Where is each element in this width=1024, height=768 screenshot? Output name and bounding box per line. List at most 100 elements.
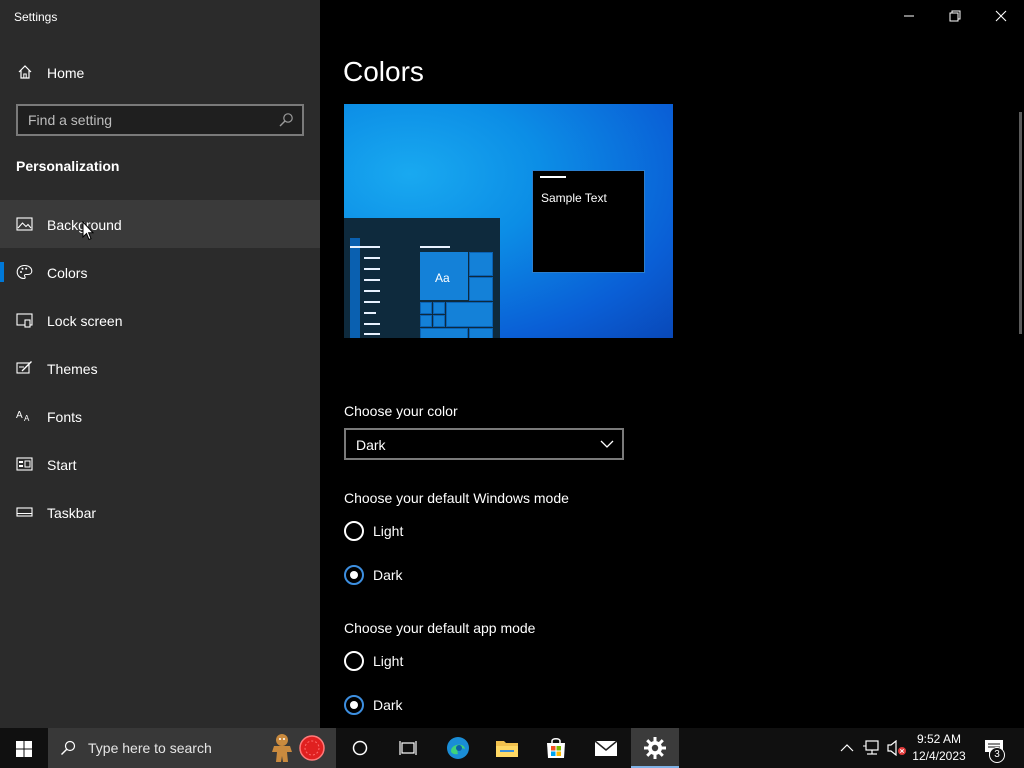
red-circle-icon xyxy=(299,735,325,761)
clock-button[interactable]: 9:52 AM 12/4/2023 xyxy=(908,728,970,768)
preview-tile xyxy=(469,328,493,338)
mouse-cursor-icon xyxy=(82,221,94,241)
sidebar-item-label: Colors xyxy=(47,265,88,281)
notification-badge: 3 xyxy=(989,747,1005,763)
network-button[interactable] xyxy=(860,728,884,768)
preview-line xyxy=(420,246,450,248)
choose-color-dropdown[interactable]: Dark xyxy=(344,428,624,460)
preview-tile xyxy=(446,302,493,327)
radio-circle[interactable] xyxy=(344,565,364,585)
app-mode-label: Choose your default app mode xyxy=(344,620,536,636)
preview-line xyxy=(364,290,380,292)
sidebar-item-label: Start xyxy=(47,457,77,473)
color-preview: Aa Sample Text xyxy=(344,104,673,338)
picture-icon xyxy=(16,217,33,231)
windows-mode-light-radio[interactable]: Light xyxy=(344,519,544,543)
svg-text:A: A xyxy=(16,410,23,421)
restore-icon xyxy=(949,10,961,22)
scrollbar[interactable] xyxy=(1019,112,1022,334)
taskbar-search-placeholder: Type here to search xyxy=(88,740,212,756)
app-mode-dark-radio[interactable]: Dark xyxy=(344,693,544,717)
start-button[interactable] xyxy=(0,728,48,768)
windows-mode-dark-radio[interactable]: Dark xyxy=(344,563,544,587)
windows-logo-icon xyxy=(16,741,32,757)
app-mode-light-radio[interactable]: Light xyxy=(344,649,544,673)
preview-sample-text: Sample Text xyxy=(541,191,607,205)
network-icon xyxy=(863,740,879,755)
page-title: Colors xyxy=(343,56,424,87)
minimize-button[interactable] xyxy=(886,0,932,32)
preview-tile xyxy=(469,277,493,301)
themes-icon xyxy=(16,361,32,374)
search-icon xyxy=(61,740,76,755)
radio-circle[interactable] xyxy=(344,695,364,715)
radio-label: Dark xyxy=(373,567,403,583)
preview-tile xyxy=(433,302,445,314)
preview-tiles-column xyxy=(350,238,360,338)
radio-label: Dark xyxy=(373,697,403,713)
restore-button[interactable] xyxy=(932,0,978,32)
edge-icon xyxy=(447,737,469,759)
preview-line xyxy=(350,246,380,248)
task-view-icon xyxy=(399,741,417,755)
start-icon xyxy=(16,457,33,471)
sidebar-item-fonts[interactable]: A A Fonts xyxy=(0,392,320,440)
sidebar-item-themes[interactable]: Themes xyxy=(0,344,320,392)
task-view-button[interactable] xyxy=(384,728,432,768)
preview-window-bar xyxy=(540,176,566,178)
gingerbread-icon xyxy=(272,734,292,762)
preview-tile xyxy=(469,252,493,276)
sidebar-item-label: Lock screen xyxy=(47,313,123,329)
preview-line xyxy=(364,268,380,270)
cortana-circle-icon xyxy=(352,740,368,756)
radio-circle[interactable] xyxy=(344,651,364,671)
find-setting-input[interactable] xyxy=(28,111,268,129)
search-icon[interactable] xyxy=(278,112,294,128)
clock-date: 12/4/2023 xyxy=(912,749,966,763)
preview-tile xyxy=(420,315,432,327)
selected-indicator xyxy=(0,262,4,282)
close-button[interactable] xyxy=(978,0,1024,32)
mail-button[interactable] xyxy=(582,728,630,768)
file-explorer-button[interactable] xyxy=(483,728,531,768)
clock-time: 9:52 AM xyxy=(916,732,962,746)
fonts-icon: A A xyxy=(16,410,30,423)
app-title: Settings xyxy=(14,10,58,24)
volume-muted-icon xyxy=(887,740,906,756)
taskbar-search-box[interactable]: Type here to search xyxy=(48,728,336,768)
sidebar-item-lock-screen[interactable]: Lock screen xyxy=(0,296,320,344)
action-center-button[interactable]: 3 xyxy=(978,728,1018,768)
preview-tile xyxy=(420,302,432,314)
store-button[interactable] xyxy=(532,728,580,768)
preview-tile xyxy=(433,315,445,327)
sidebar-item-background[interactable]: Background xyxy=(0,200,320,248)
preview-line xyxy=(364,257,380,259)
chevron-down-icon xyxy=(600,440,614,448)
radio-circle[interactable] xyxy=(344,521,364,541)
preview-line xyxy=(364,312,376,314)
volume-button[interactable] xyxy=(884,728,908,768)
windows-mode-label: Choose your default Windows mode xyxy=(344,490,569,506)
taskbar-icon xyxy=(16,507,33,517)
taskbar: Type here to search 9:52 AM 12/4/2023 3 xyxy=(0,728,1024,768)
preview-line xyxy=(364,279,380,281)
preview-line xyxy=(364,333,380,335)
sidebar-item-colors[interactable]: Colors xyxy=(0,248,320,296)
radio-label: Light xyxy=(373,523,404,539)
mail-icon xyxy=(594,740,618,756)
home-label: Home xyxy=(47,65,85,81)
home-button[interactable]: Home xyxy=(0,54,320,92)
radio-label: Light xyxy=(373,653,404,669)
sidebar-item-start[interactable]: Start xyxy=(0,440,320,488)
edge-button[interactable] xyxy=(434,728,482,768)
settings-taskbar-button[interactable] xyxy=(631,728,679,768)
choose-color-value: Dark xyxy=(356,437,386,453)
preview-tile xyxy=(420,328,468,338)
section-title: Personalization xyxy=(16,158,120,174)
sidebar-item-label: Themes xyxy=(47,361,98,377)
show-hidden-icons-button[interactable] xyxy=(836,728,858,768)
sidebar-item-taskbar[interactable]: Taskbar xyxy=(0,488,320,536)
cortana-button[interactable] xyxy=(336,728,384,768)
find-setting-box[interactable] xyxy=(16,104,304,136)
home-icon xyxy=(18,65,32,79)
